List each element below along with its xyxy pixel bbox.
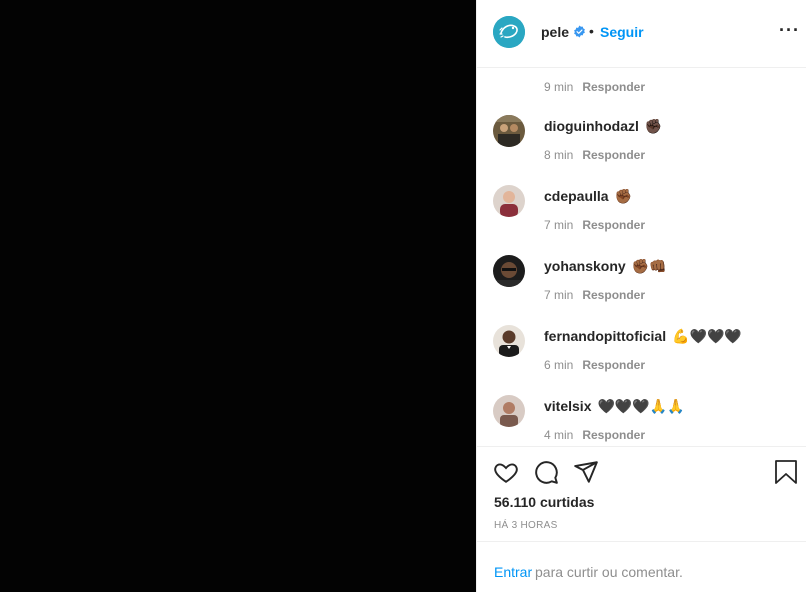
commenter-username[interactable]: cdepaulla ✊🏾	[544, 188, 632, 205]
commenter-username[interactable]: fernandopittoficial 💪🖤🖤🖤	[544, 328, 742, 345]
comments-list[interactable]: 9 min Responder dioguinhodazl ✊🏿 8 min Resp…	[477, 68, 806, 446]
comment-meta: 4 min Responder	[544, 428, 645, 442]
comment-time: 6 min	[544, 358, 574, 372]
comment-text: 🖤🖤🖤🙏🙏	[597, 398, 685, 414]
commenter-avatar[interactable]	[493, 325, 525, 357]
reply-button[interactable]: Responder	[582, 80, 645, 94]
comment-item: yohanskony ✊🏾👊🏾 7 min Responder	[477, 255, 806, 325]
comment-meta: 6 min Responder	[544, 358, 645, 372]
commenter-avatar[interactable]	[493, 185, 525, 217]
share-icon[interactable]	[573, 459, 599, 485]
likes-count[interactable]: 56.110 curtidas	[494, 494, 594, 510]
reply-button[interactable]: Responder	[582, 148, 645, 162]
login-link[interactable]: Entrar	[494, 564, 532, 580]
comment-username-text[interactable]: vitelsix	[544, 398, 591, 414]
comment-time: 7 min	[544, 218, 574, 232]
comment-item: fernandopittoficial 💪🖤🖤🖤 6 min Responder	[477, 325, 806, 395]
login-prompt: Entrar para curtir ou comentar.	[477, 541, 806, 592]
post-header: pele • Seguir ···	[477, 0, 806, 68]
comment-meta: 8 min Responder	[544, 148, 645, 162]
comment-text: ✊🏾👊🏾	[631, 258, 667, 274]
post-actions: 56.110 curtidas HÁ 3 HORAS	[477, 446, 806, 541]
commenter-avatar[interactable]	[493, 255, 525, 287]
comment-item: cdepaulla ✊🏾 7 min Responder	[477, 185, 806, 255]
follow-button[interactable]: Seguir	[600, 24, 644, 40]
comment-username-text[interactable]: fernandopittoficial	[544, 328, 666, 344]
comment-username-text[interactable]: yohanskony	[544, 258, 626, 274]
commenter-username[interactable]: vitelsix 🖤🖤🖤🙏🙏	[544, 398, 685, 415]
comment-meta: 7 min Responder	[544, 288, 645, 302]
author-username[interactable]: pele	[541, 24, 569, 40]
author-avatar[interactable]	[493, 16, 525, 48]
comment-time: 9 min	[544, 80, 574, 94]
more-options-icon[interactable]: ···	[779, 21, 800, 39]
comment-item: vitelsix 🖤🖤🖤🙏🙏 4 min Responder	[477, 395, 806, 446]
like-heart-icon[interactable]	[493, 459, 519, 485]
commenter-username[interactable]: dioguinhodazl ✊🏿	[544, 118, 662, 135]
comment-time: 4 min	[544, 428, 574, 442]
comment-meta: 9 min Responder	[544, 80, 645, 94]
comment-text: 💪🖤🖤🖤	[672, 328, 742, 344]
reply-button[interactable]: Responder	[582, 288, 645, 302]
commenter-username[interactable]: yohanskony ✊🏾👊🏾	[544, 258, 667, 275]
comment-username-text[interactable]: dioguinhodazl	[544, 118, 639, 134]
comment-item: dioguinhodazl ✊🏿 8 min Responder	[477, 115, 806, 185]
post-timestamp[interactable]: HÁ 3 HORAS	[494, 520, 558, 531]
comment-icon[interactable]	[533, 459, 559, 485]
login-prompt-text: para curtir ou comentar.	[535, 564, 683, 580]
comment-time: 7 min	[544, 288, 574, 302]
verified-badge-icon	[574, 25, 585, 38]
comment-text: ✊🏿	[644, 118, 663, 134]
pele-logo-icon	[493, 16, 525, 48]
reply-button[interactable]: Responder	[582, 358, 645, 372]
comment-time: 8 min	[544, 148, 574, 162]
commenter-avatar[interactable]	[493, 395, 525, 427]
comment-username-text[interactable]: cdepaulla	[544, 188, 609, 204]
comment-item: 9 min Responder	[477, 68, 806, 117]
commenter-avatar[interactable]	[493, 115, 525, 147]
comment-text: ✊🏾	[614, 188, 633, 204]
post-media[interactable]	[0, 0, 476, 592]
save-bookmark-icon[interactable]	[774, 459, 798, 485]
comment-meta: 7 min Responder	[544, 218, 645, 232]
post-panel: pele • Seguir ··· 9 min Responder dioguin…	[476, 0, 806, 592]
reply-button[interactable]: Responder	[582, 218, 645, 232]
reply-button[interactable]: Responder	[582, 428, 645, 442]
separator-dot: •	[589, 23, 594, 39]
